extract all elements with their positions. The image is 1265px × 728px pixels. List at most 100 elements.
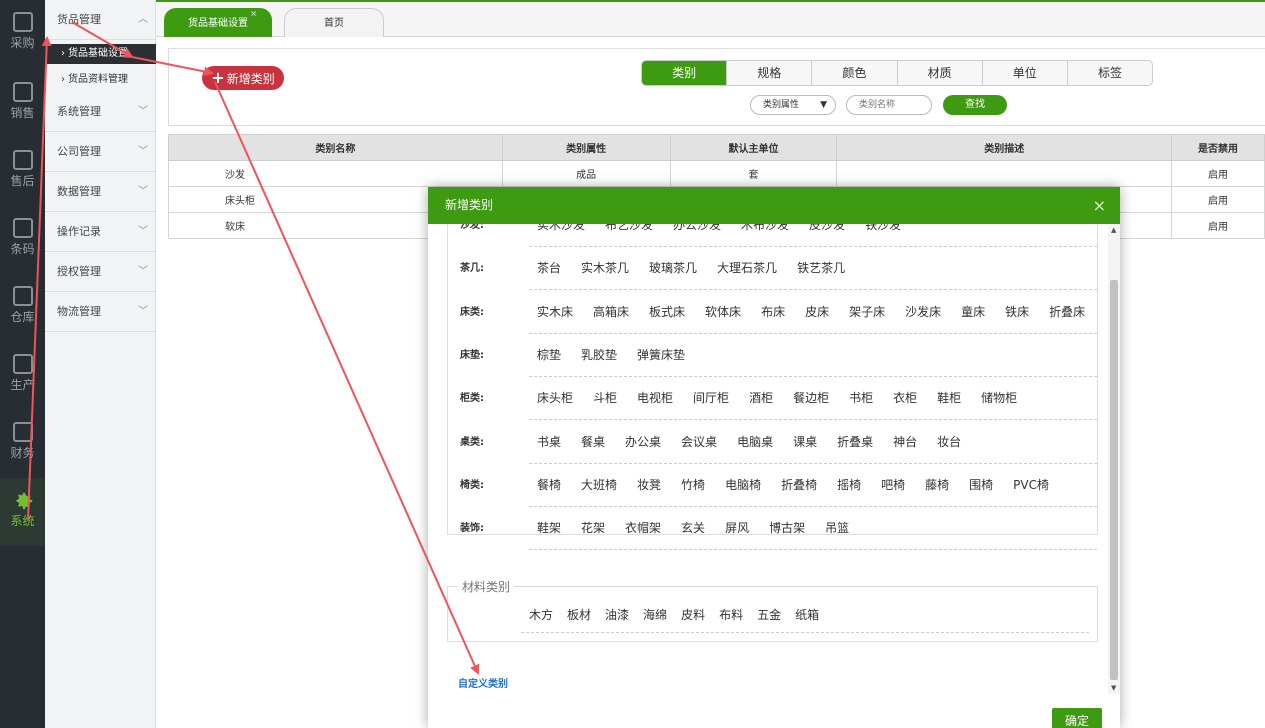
category-option[interactable]: 会议桌 [681, 435, 717, 449]
category-option[interactable]: 酒柜 [749, 391, 773, 405]
material-option[interactable]: 布料 [719, 608, 743, 622]
table-row[interactable]: 沙发 成品 套 启用 [168, 160, 1265, 187]
close-icon[interactable]: × [250, 0, 257, 28]
category-option[interactable]: 棕垫 [537, 348, 561, 362]
column-header[interactable]: 类别名称 [168, 134, 503, 161]
tab-color[interactable]: 颜色 [812, 61, 898, 85]
category-option[interactable]: 玻璃茶几 [649, 261, 697, 275]
category-option[interactable]: 板式床 [649, 305, 685, 319]
category-option[interactable]: 吧椅 [881, 478, 905, 492]
category-option[interactable]: 大班椅 [581, 478, 617, 492]
category-option[interactable]: 电脑桌 [737, 435, 773, 449]
tab-spec[interactable]: 规格 [727, 61, 813, 85]
category-option[interactable]: 实木沙发 [537, 224, 585, 232]
tab-material[interactable]: 材质 [898, 61, 983, 85]
menu-company[interactable]: 公司管理 ﹀ [45, 132, 156, 172]
category-option[interactable]: 鞋柜 [937, 391, 961, 405]
column-header[interactable]: 类别属性 [501, 134, 671, 161]
category-option[interactable]: 折叠床 [1049, 305, 1085, 319]
column-header[interactable]: 默认主单位 [669, 134, 838, 161]
material-option[interactable]: 海绵 [643, 608, 667, 622]
scroll-up-icon[interactable]: ▲ [1111, 226, 1116, 234]
category-option[interactable]: 衣柜 [893, 391, 917, 405]
menu-system[interactable]: 系统管理 ﹀ [45, 92, 156, 132]
category-option[interactable]: 办公桌 [625, 435, 661, 449]
category-option[interactable]: 餐边柜 [793, 391, 829, 405]
category-option[interactable]: 餐桌 [581, 435, 605, 449]
material-option[interactable]: 木方 [529, 608, 553, 622]
category-option[interactable]: 乳胶垫 [581, 348, 617, 362]
category-option[interactable]: 皮沙发 [809, 224, 845, 232]
category-option[interactable]: 妆凳 [637, 478, 661, 492]
rail-item-aftersales[interactable]: 售后 [0, 138, 45, 198]
category-option[interactable]: PVC椅 [1013, 478, 1049, 492]
rail-item-finance[interactable]: 财务 [0, 410, 45, 470]
material-option[interactable]: 皮料 [681, 608, 705, 622]
menu-goods-info[interactable]: › 货品资料管理 [45, 70, 156, 90]
custom-category-link[interactable]: 自定义类别 [458, 675, 508, 690]
category-option[interactable]: 花架 [581, 521, 605, 535]
dialog-scrollbar[interactable]: ▲ ▼ [1108, 224, 1120, 694]
category-option[interactable]: 鞋架 [537, 521, 561, 535]
category-option[interactable]: 间厅柜 [693, 391, 729, 405]
category-option[interactable]: 布床 [761, 305, 785, 319]
category-option[interactable]: 铁艺茶几 [797, 261, 845, 275]
category-option[interactable]: 折叠椅 [781, 478, 817, 492]
category-option[interactable]: 铁沙发 [865, 224, 901, 232]
category-option[interactable]: 软体床 [705, 305, 741, 319]
category-option[interactable]: 茶台 [537, 261, 561, 275]
category-option[interactable]: 博古架 [769, 521, 805, 535]
category-option[interactable]: 餐椅 [537, 478, 561, 492]
confirm-button[interactable]: 确定 [1052, 708, 1102, 728]
category-option[interactable]: 衣帽架 [625, 521, 661, 535]
scroll-down-icon[interactable]: ▼ [1111, 684, 1116, 692]
close-icon[interactable]: × [1093, 187, 1106, 224]
rail-item-barcode[interactable]: 条码 [0, 206, 45, 266]
category-option[interactable]: 摇椅 [837, 478, 861, 492]
category-option[interactable]: 书桌 [537, 435, 561, 449]
category-option[interactable]: 屏风 [725, 521, 749, 535]
tab-category[interactable]: 类别 [642, 61, 728, 85]
menu-logistics[interactable]: 物流管理 ﹀ [45, 292, 156, 332]
scroll-thumb[interactable] [1110, 280, 1118, 680]
category-option[interactable]: 斗柜 [593, 391, 617, 405]
tab-home[interactable]: 首页 [284, 8, 384, 37]
category-option[interactable]: 实木茶几 [581, 261, 629, 275]
category-option[interactable]: 童床 [961, 305, 985, 319]
category-option[interactable]: 弹簧床垫 [637, 348, 685, 362]
tab-goods-base[interactable]: 货品基础设置 × [164, 8, 272, 37]
category-option[interactable]: 木布沙发 [741, 224, 789, 232]
category-option[interactable]: 竹椅 [681, 478, 705, 492]
material-option[interactable]: 油漆 [605, 608, 629, 622]
category-option[interactable]: 吊篮 [825, 521, 849, 535]
category-option[interactable]: 高箱床 [593, 305, 629, 319]
category-option[interactable]: 电脑椅 [725, 478, 761, 492]
category-option[interactable]: 沙发床 [905, 305, 941, 319]
category-option[interactable]: 布艺沙发 [605, 224, 653, 232]
category-option[interactable]: 办公沙发 [673, 224, 721, 232]
rail-item-sales[interactable]: 销售 [0, 70, 45, 130]
category-option[interactable]: 围椅 [969, 478, 993, 492]
find-button[interactable]: 查找 [943, 95, 1007, 115]
category-option[interactable]: 实木床 [537, 305, 573, 319]
category-attribute-select[interactable]: 类别属性 ▼ [750, 95, 836, 115]
category-option[interactable]: 架子床 [849, 305, 885, 319]
rail-item-production[interactable]: 生产 [0, 342, 45, 402]
category-option[interactable]: 大理石茶几 [717, 261, 777, 275]
category-name-input[interactable] [846, 95, 932, 115]
category-option[interactable]: 神台 [893, 435, 917, 449]
category-option[interactable]: 妆台 [937, 435, 961, 449]
menu-goods[interactable]: 货品管理 ︿ [45, 0, 156, 40]
category-option[interactable]: 储物柜 [981, 391, 1017, 405]
column-header[interactable]: 是否禁用 [1171, 134, 1265, 161]
category-option[interactable]: 书柜 [849, 391, 873, 405]
material-option[interactable]: 五金 [757, 608, 781, 622]
category-option[interactable]: 折叠桌 [837, 435, 873, 449]
rail-item-purchase[interactable]: 采购 [0, 0, 45, 60]
category-option[interactable]: 皮床 [805, 305, 829, 319]
category-option[interactable]: 铁床 [1005, 305, 1029, 319]
add-category-button[interactable]: + 新增类别 [202, 66, 284, 90]
menu-oplog[interactable]: 操作记录 ﹀ [45, 212, 156, 252]
material-option[interactable]: 板材 [567, 608, 591, 622]
tab-unit[interactable]: 单位 [983, 61, 1068, 85]
